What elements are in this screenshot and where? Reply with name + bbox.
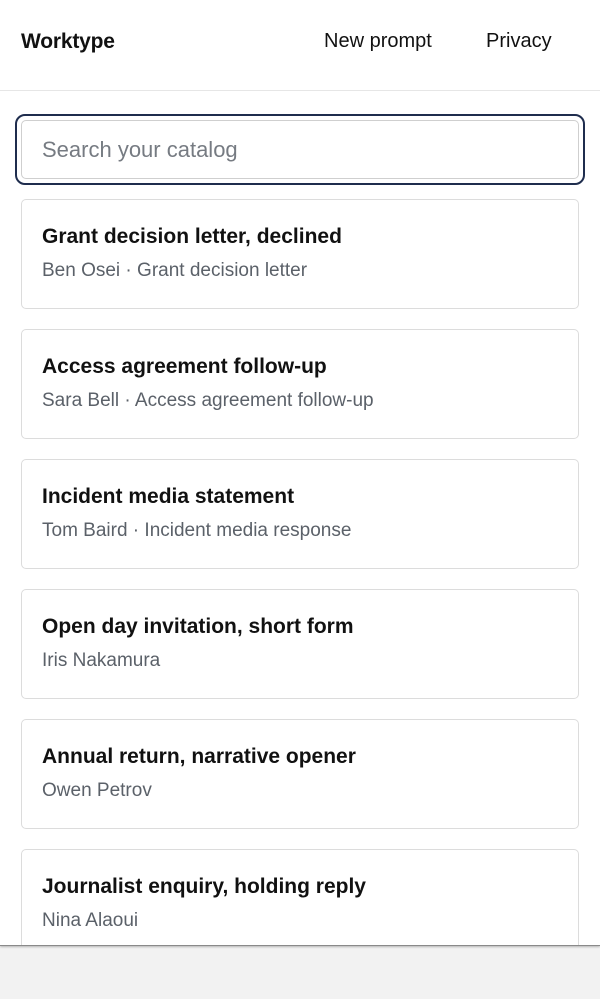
list-item[interactable]: Grant decision letter, declined Ben Osei… — [21, 199, 579, 309]
item-title: Grant decision letter, declined — [42, 225, 342, 248]
search-input[interactable] — [21, 120, 579, 179]
list-item[interactable]: Journalist enquiry, holding reply Nina A… — [21, 849, 579, 945]
item-title: Access agreement follow-up — [42, 355, 327, 378]
list-item[interactable]: Incident media statement Tom Baird · Inc… — [21, 459, 579, 569]
browser-viewport: Worktype New prompt Privacy Grant decisi… — [0, 0, 600, 946]
search-focus-ring — [15, 114, 585, 185]
item-title: Incident media statement — [42, 485, 295, 508]
item-meta: Ben Osei · Grant decision letter — [42, 260, 308, 281]
list-item[interactable]: Annual return, narrative opener Owen Pet… — [21, 719, 579, 829]
item-meta: Iris Nakamura — [42, 650, 161, 671]
list-item[interactable]: Open day invitation, short form Iris Nak… — [21, 589, 579, 699]
brand-logo[interactable]: Worktype — [21, 30, 115, 54]
top-header: Worktype New prompt Privacy — [0, 0, 600, 91]
item-title: Journalist enquiry, holding reply — [42, 875, 366, 898]
item-meta: Owen Petrov — [42, 780, 152, 801]
main-content: Grant decision letter, declined Ben Osei… — [0, 114, 600, 945]
item-title: Open day invitation, short form — [42, 615, 354, 638]
item-title: Annual return, narrative opener — [42, 745, 356, 768]
item-meta: Nina Alaoui — [42, 910, 139, 931]
new-prompt-link[interactable]: New prompt — [324, 30, 432, 53]
catalog-list: Grant decision letter, declined Ben Osei… — [21, 199, 579, 945]
item-meta: Sara Bell · Access agreement follow-up — [42, 390, 374, 411]
item-meta: Tom Baird · Incident media response — [42, 520, 352, 541]
privacy-link[interactable]: Privacy — [486, 30, 552, 53]
list-item[interactable]: Access agreement follow-up Sara Bell · A… — [21, 329, 579, 439]
